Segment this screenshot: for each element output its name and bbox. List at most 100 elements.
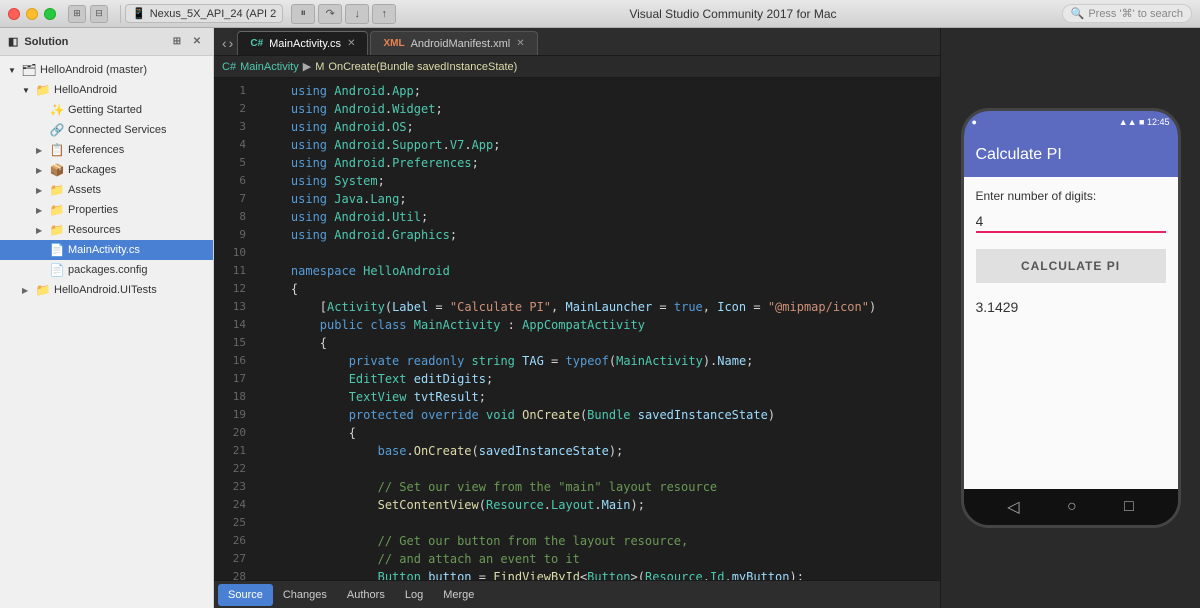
- code-line-4: using Android.Support.V7.App;: [262, 136, 940, 154]
- step-over-button[interactable]: ↷: [318, 4, 342, 24]
- tab-close-icon-2[interactable]: ✕: [516, 38, 524, 49]
- tree-item-connected-services[interactable]: 🔗 Connected Services: [0, 120, 213, 140]
- code-line-16: private readonly string TAG = typeof(Mai…: [262, 352, 940, 370]
- getting-started-icon: ✨: [49, 103, 65, 117]
- code-lines[interactable]: using Android.App; using Android.Widget;…: [254, 78, 940, 580]
- code-line-15: {: [262, 334, 940, 352]
- phone-calculate-button[interactable]: CALCULATE PI: [976, 249, 1166, 283]
- code-line-12: {: [262, 280, 940, 298]
- tab-mainactivity[interactable]: C# MainActivity.cs ✕: [237, 31, 368, 55]
- project-icon: 📁: [35, 83, 51, 97]
- sidebar-action-2[interactable]: ✕: [189, 34, 205, 50]
- code-editor[interactable]: 1 2 3 4 5 6 7 8 9 10 11 12 13 14 15 16 1…: [214, 78, 940, 580]
- tab-close-icon[interactable]: ✕: [347, 38, 355, 49]
- code-line-11: namespace HelloAndroid: [262, 262, 940, 280]
- search-placeholder: Press '⌘' to search: [1088, 7, 1183, 20]
- assets-icon: 📁: [49, 183, 65, 197]
- expand-icon: ▼: [8, 66, 18, 75]
- phone-nav-bar: ◁ ○ □: [964, 489, 1178, 525]
- bottom-tab-bar: Source Changes Authors Log Merge: [214, 580, 940, 608]
- expand-icon: ▶: [36, 206, 46, 215]
- code-line-2: using Android.Widget;: [262, 100, 940, 118]
- window-title: Visual Studio Community 2017 for Mac: [404, 7, 1061, 21]
- tree-item-hello-android[interactable]: ▼ 📁 HelloAndroid: [0, 80, 213, 100]
- tab-mainactivity-label: MainActivity.cs: [269, 38, 341, 50]
- phone-app-bar: Calculate PI: [964, 133, 1178, 177]
- phone-digits-input[interactable]: [976, 211, 1166, 233]
- sidebar-header: ◧ Solution ⊞ ✕: [0, 28, 213, 56]
- folder-icon: 🗂: [21, 63, 37, 77]
- code-line-27: // and attach an event to it: [262, 550, 940, 568]
- step-in-button[interactable]: ↓: [345, 4, 369, 24]
- phone-status-bar: ● ▲▲ ■ 12:45: [964, 111, 1178, 133]
- code-line-10: [262, 244, 940, 262]
- phone-frame: ● ▲▲ ■ 12:45 Calculate PI Enter number o…: [961, 108, 1181, 528]
- code-line-28: Button button = FindViewById<Button>(Res…: [262, 568, 940, 580]
- phone-content: Enter number of digits: CALCULATE PI 3.1…: [964, 177, 1178, 489]
- window-mode-button[interactable]: ⊟: [90, 5, 108, 23]
- sidebar-toggle-button[interactable]: ⊞: [68, 5, 86, 23]
- tree-item-mainactivity[interactable]: 📄 MainActivity.cs: [0, 240, 213, 260]
- config-file-icon: 📄: [49, 263, 65, 277]
- minimize-button[interactable]: [26, 8, 38, 20]
- bottom-tab-log[interactable]: Log: [395, 584, 433, 606]
- sidebar-action-1[interactable]: ⊞: [169, 34, 185, 50]
- search-bar[interactable]: 🔍 Press '⌘' to search: [1062, 4, 1192, 23]
- main-area: ◧ Solution ⊞ ✕ ▼ 🗂 HelloAndroid (master)…: [0, 28, 1200, 608]
- search-icon: 🔍: [1071, 7, 1085, 20]
- code-line-14: public class MainActivity : AppCompatAct…: [262, 316, 940, 334]
- maximize-button[interactable]: [44, 8, 56, 20]
- solution-label: Solution: [24, 36, 68, 48]
- expand-icon: ▶: [36, 226, 46, 235]
- device-icon: 📱: [132, 7, 146, 20]
- tree-item-packages-config[interactable]: 📄 packages.config: [0, 260, 213, 280]
- tab-androidmanifest[interactable]: XML AndroidManifest.xml ✕: [370, 31, 537, 55]
- expand-icon: ▶: [36, 166, 46, 175]
- run-controls: ⏸ ↷ ↓ ↑: [291, 4, 396, 24]
- code-line-25: [262, 514, 940, 532]
- references-icon: 📋: [49, 143, 65, 157]
- code-line-20: {: [262, 424, 940, 442]
- code-line-26: // Get our button from the layout resour…: [262, 532, 940, 550]
- window-controls: [8, 8, 56, 20]
- code-line-13: [Activity(Label = "Calculate PI", MainLa…: [262, 298, 940, 316]
- code-line-8: using Android.Util;: [262, 208, 940, 226]
- line-numbers: 1 2 3 4 5 6 7 8 9 10 11 12 13 14 15 16 1…: [214, 78, 254, 580]
- tree-item-uitests[interactable]: ▶ 📁 HelloAndroid.UITests: [0, 280, 213, 300]
- expand-icon: ▶: [36, 186, 46, 195]
- close-button[interactable]: [8, 8, 20, 20]
- bottom-tab-authors[interactable]: Authors: [337, 584, 395, 606]
- device-name: Nexus_5X_API_24 (API 2: [150, 8, 277, 20]
- bottom-tab-changes[interactable]: Changes: [273, 584, 337, 606]
- connected-icon: 🔗: [49, 123, 65, 137]
- code-line-21: base.OnCreate(savedInstanceState);: [262, 442, 940, 460]
- breadcrumb-method[interactable]: OnCreate(Bundle savedInstanceState): [328, 61, 517, 73]
- tree-item-references[interactable]: ▶ 📋 References: [0, 140, 213, 160]
- code-line-18: TextView tvtResult;: [262, 388, 940, 406]
- step-out-button[interactable]: ↑: [372, 4, 396, 24]
- xml-tab-icon: XML: [383, 38, 404, 49]
- phone-app-title: Calculate PI: [976, 146, 1062, 164]
- nav-back-button[interactable]: ‹: [222, 35, 227, 51]
- phone-status-right: ▲▲ ■ 12:45: [1119, 117, 1170, 127]
- tree-item-packages[interactable]: ▶ 📦 Packages: [0, 160, 213, 180]
- code-line-17: EditText editDigits;: [262, 370, 940, 388]
- pause-button[interactable]: ⏸: [291, 4, 315, 24]
- bottom-tab-source[interactable]: Source: [218, 584, 273, 606]
- tree-item-hello-android-master[interactable]: ▼ 🗂 HelloAndroid (master): [0, 60, 213, 80]
- breadcrumb-class[interactable]: MainActivity: [240, 61, 299, 73]
- breadcrumb-icon-2: M: [315, 61, 324, 73]
- tree-item-getting-started[interactable]: ✨ Getting Started: [0, 100, 213, 120]
- tree-item-resources[interactable]: ▶ 📁 Resources: [0, 220, 213, 240]
- expand-icon: ▶: [36, 146, 46, 155]
- tree-item-properties[interactable]: ▶ 📁 Properties: [0, 200, 213, 220]
- bottom-tab-merge[interactable]: Merge: [433, 584, 484, 606]
- code-line-23: // Set our view from the "main" layout r…: [262, 478, 940, 496]
- device-selector[interactable]: 📱 Nexus_5X_API_24 (API 2: [125, 4, 283, 23]
- sidebar: ◧ Solution ⊞ ✕ ▼ 🗂 HelloAndroid (master)…: [0, 28, 214, 608]
- tree-item-assets[interactable]: ▶ 📁 Assets: [0, 180, 213, 200]
- code-line-3: using Android.OS;: [262, 118, 940, 136]
- code-line-19: protected override void OnCreate(Bundle …: [262, 406, 940, 424]
- nav-forward-button[interactable]: ›: [229, 35, 234, 51]
- uitests-icon: 📁: [35, 283, 51, 297]
